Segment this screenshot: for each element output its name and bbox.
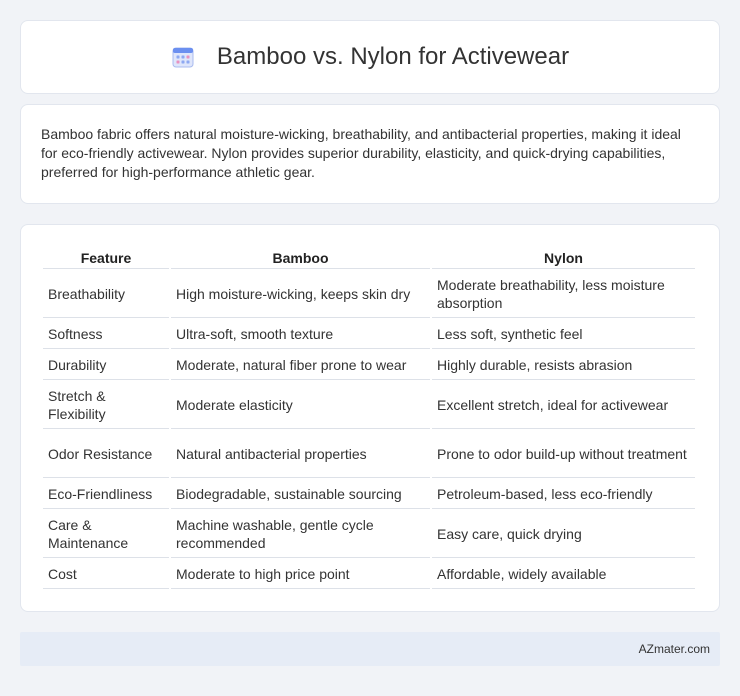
bamboo-cell: Moderate elasticity — [171, 382, 430, 429]
table-row: Care & Maintenance Machine washable, gen… — [43, 511, 695, 558]
feature-cell: Cost — [43, 560, 169, 589]
nylon-cell: Petroleum-based, less eco-friendly — [432, 480, 695, 509]
table-row: Eco-Friendliness Biodegradable, sustaina… — [43, 480, 695, 509]
feature-cell: Odor Resistance — [43, 431, 169, 478]
bamboo-cell: Moderate to high price point — [171, 560, 430, 589]
nylon-cell: Excellent stretch, ideal for activewear — [432, 382, 695, 429]
intro-text: Bamboo fabric offers natural moisture-wi… — [41, 126, 681, 180]
feature-cell: Softness — [43, 320, 169, 349]
table-row: Breathability High moisture-wicking, kee… — [43, 271, 695, 318]
calendar-icon — [171, 45, 195, 69]
comparison-table: Feature Bamboo Nylon Breathability High … — [41, 245, 697, 591]
footer: AZmater.com — [20, 632, 720, 666]
nylon-cell: Less soft, synthetic feel — [432, 320, 695, 349]
table-row: Durability Moderate, natural fiber prone… — [43, 351, 695, 380]
bamboo-cell: Natural antibacterial properties — [171, 431, 430, 478]
footer-site-name: AZmater.com — [638, 642, 710, 656]
feature-cell: Stretch & Flexibility — [43, 382, 169, 429]
header-bamboo: Bamboo — [171, 247, 430, 269]
title-card: Bamboo vs. Nylon for Activewear — [20, 20, 720, 94]
nylon-cell: Affordable, widely available — [432, 560, 695, 589]
title-wrap: Bamboo vs. Nylon for Activewear — [171, 43, 569, 71]
table-card: Feature Bamboo Nylon Breathability High … — [20, 224, 720, 612]
header-feature: Feature — [43, 247, 169, 269]
bamboo-cell: Moderate, natural fiber prone to wear — [171, 351, 430, 380]
feature-cell: Eco-Friendliness — [43, 480, 169, 509]
table-row: Cost Moderate to high price point Afford… — [43, 560, 695, 589]
bamboo-cell: High moisture-wicking, keeps skin dry — [171, 271, 430, 318]
nylon-cell: Highly durable, resists abrasion — [432, 351, 695, 380]
table-row: Odor Resistance Natural antibacterial pr… — [43, 431, 695, 478]
feature-cell: Breathability — [43, 271, 169, 318]
bamboo-cell: Biodegradable, sustainable sourcing — [171, 480, 430, 509]
intro-card: Bamboo fabric offers natural moisture-wi… — [20, 104, 720, 204]
header-nylon: Nylon — [432, 247, 695, 269]
nylon-cell: Moderate breathability, less moisture ab… — [432, 271, 695, 318]
table-row: Stretch & Flexibility Moderate elasticit… — [43, 382, 695, 429]
nylon-cell: Prone to odor build-up without treatment — [432, 431, 695, 478]
feature-cell: Care & Maintenance — [43, 511, 169, 558]
nylon-cell: Easy care, quick drying — [432, 511, 695, 558]
feature-cell: Durability — [43, 351, 169, 380]
table-row: Softness Ultra-soft, smooth texture Less… — [43, 320, 695, 349]
page-title: Bamboo vs. Nylon for Activewear — [216, 43, 570, 70]
bamboo-cell: Ultra-soft, smooth texture — [171, 320, 430, 349]
table-header-row: Feature Bamboo Nylon — [43, 247, 695, 269]
bamboo-cell: Machine washable, gentle cycle recommend… — [171, 511, 430, 558]
